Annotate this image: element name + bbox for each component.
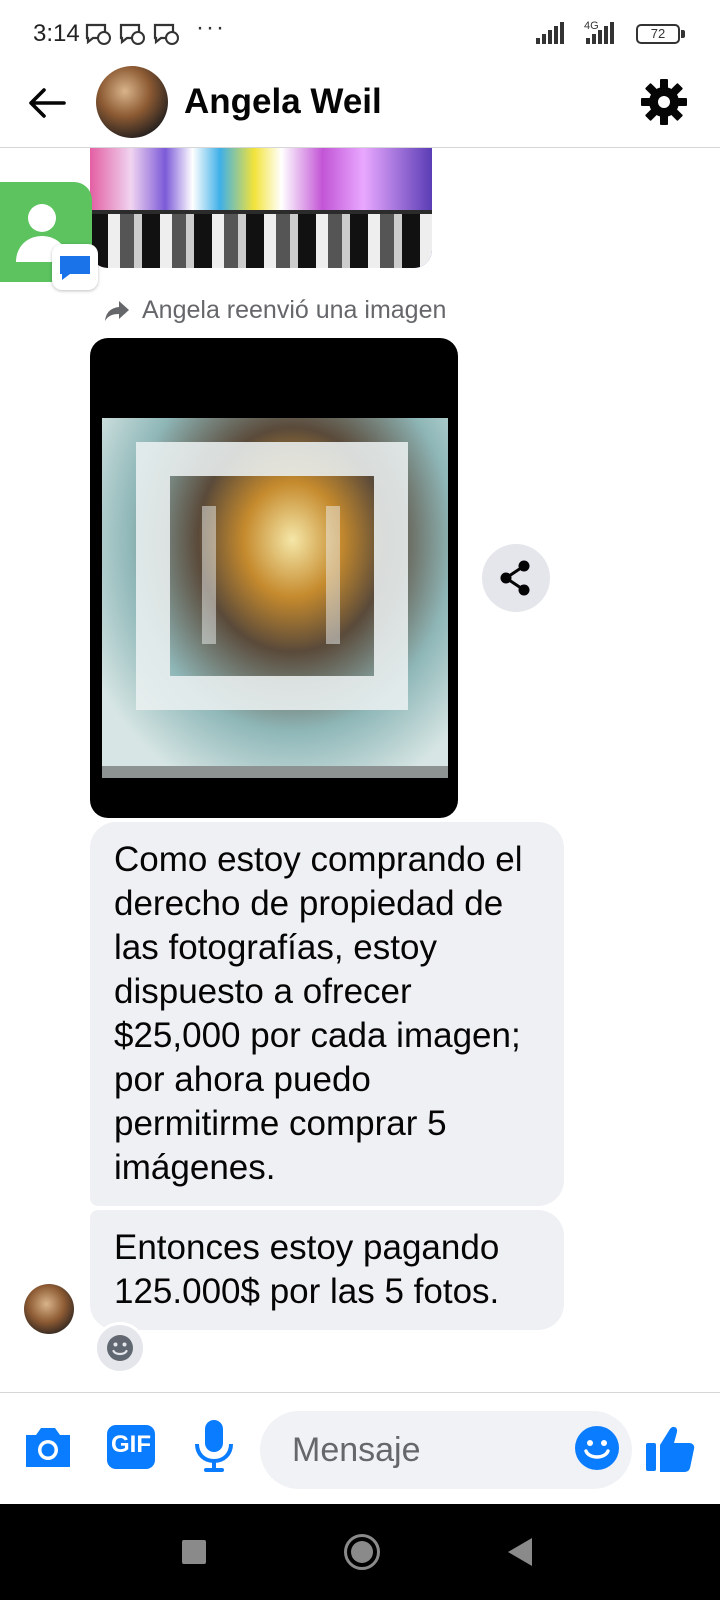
share-icon xyxy=(500,560,530,596)
gif-label: GIF xyxy=(111,1431,151,1458)
message-bubble[interactable]: Como estoy comprando el derecho de propi… xyxy=(90,822,564,1206)
gif-button[interactable]: GIF xyxy=(106,1423,156,1476)
message-bubble[interactable]: Entonces estoy pagando 125.000$ por las … xyxy=(90,1210,564,1330)
signal-4g-icon xyxy=(586,22,614,44)
previous-image-lower-half xyxy=(90,214,432,268)
notification-icon xyxy=(85,23,111,45)
contact-avatar[interactable] xyxy=(96,66,168,138)
forward-note: Angela reenvió una imagen xyxy=(104,296,446,325)
reaction-button[interactable] xyxy=(94,1322,146,1374)
status-time: 3:14 xyxy=(33,20,80,47)
home-button-dot xyxy=(351,1541,373,1563)
camera-icon xyxy=(26,1428,70,1467)
battery-tip xyxy=(681,30,685,38)
back-button[interactable] xyxy=(22,78,72,128)
forwarded-image[interactable] xyxy=(90,338,458,818)
like-button[interactable] xyxy=(644,1421,698,1475)
forward-icon xyxy=(105,300,129,321)
messages-app-badge xyxy=(52,244,98,290)
sender-avatar[interactable] xyxy=(24,1284,74,1334)
system-back-button[interactable] xyxy=(508,1538,532,1566)
chat-header: Angela Weil xyxy=(0,66,720,148)
smiley-reaction-icon xyxy=(107,1335,133,1361)
notification-icon xyxy=(153,23,179,45)
emoji-icon xyxy=(575,1426,619,1470)
status-bar: 3:14 ··· 4G 72 xyxy=(0,0,720,66)
microphone-icon xyxy=(195,1420,233,1472)
voice-button[interactable] xyxy=(192,1417,236,1480)
back-arrow-icon xyxy=(29,88,66,118)
status-more-indicator: ··· xyxy=(196,14,226,41)
artwork xyxy=(102,418,448,766)
artwork-inner-frame xyxy=(202,506,340,644)
recent-apps-button[interactable] xyxy=(182,1540,206,1564)
artwork-base-strip xyxy=(102,766,448,778)
chat-bubble-icon xyxy=(60,256,90,280)
settings-button[interactable] xyxy=(638,76,690,128)
camera-button[interactable] xyxy=(22,1423,74,1476)
forward-note-text: Angela reenvió una imagen xyxy=(142,296,447,324)
message-composer: GIF xyxy=(0,1392,720,1504)
share-button[interactable] xyxy=(482,544,550,612)
signal-icon xyxy=(536,22,564,44)
gear-icon xyxy=(641,79,687,125)
battery-indicator: 72 xyxy=(636,24,680,44)
contact-name[interactable]: Angela Weil xyxy=(184,82,382,122)
previous-image-message[interactable] xyxy=(90,148,432,268)
notification-icon xyxy=(119,23,145,45)
system-navigation-bar xyxy=(0,1504,720,1600)
thumbs-up-icon xyxy=(646,1426,695,1472)
emoji-button[interactable] xyxy=(574,1425,620,1471)
